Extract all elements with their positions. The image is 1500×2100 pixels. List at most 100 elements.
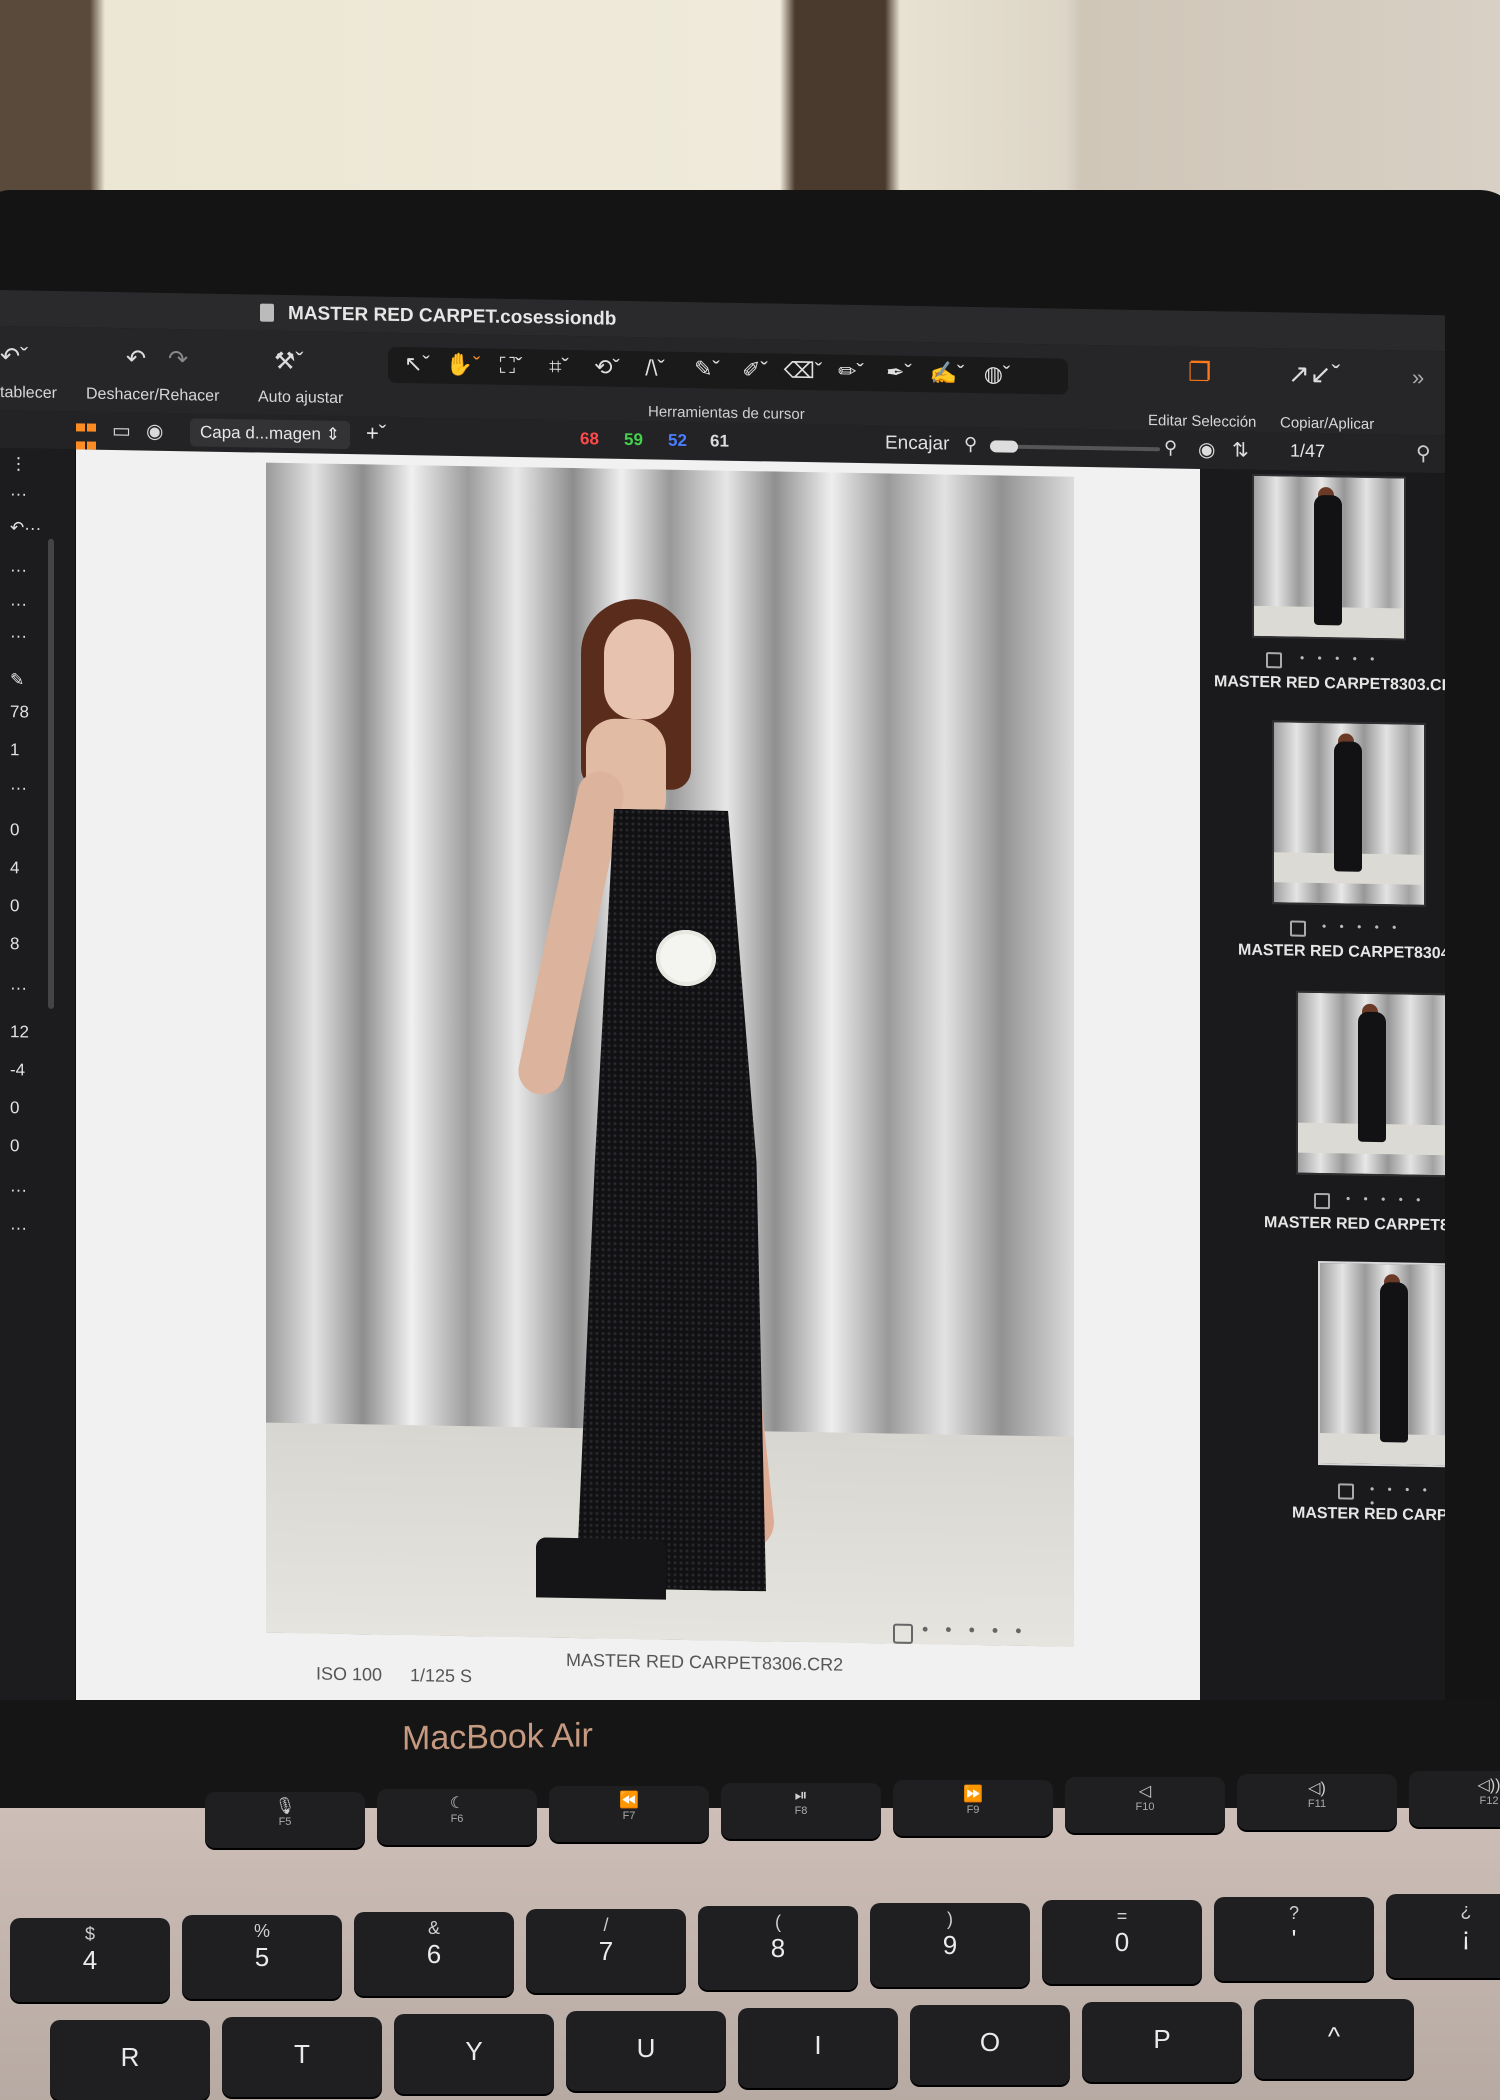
panel-more-icon[interactable]: ··· xyxy=(10,1218,27,1238)
panel-value: -4 xyxy=(10,1060,26,1080)
number-key[interactable]: & 6 xyxy=(354,1912,514,1996)
pen-icon[interactable]: ✍ˇ xyxy=(924,360,970,387)
image-viewer[interactable]: ISO 100 1/125 S MASTER RED CARPET8306.CR… xyxy=(76,449,1200,1721)
number-key[interactable]: /7 xyxy=(526,1909,686,1993)
sort-icon[interactable]: ⇅ xyxy=(1232,438,1249,463)
zoom-out-icon[interactable]: ⚲ xyxy=(964,434,977,455)
number-key[interactable]: % 5 xyxy=(182,1915,342,1999)
eraser-icon[interactable]: ⌫ˇ xyxy=(780,358,826,385)
star-rating[interactable]: • • • • • xyxy=(922,1619,1028,1642)
key-icon: ⏯ xyxy=(794,1787,808,1804)
function-key[interactable]: ⏩ F9 xyxy=(893,1780,1053,1836)
number-key[interactable]: = 0 xyxy=(1042,1900,1202,1984)
function-key[interactable]: ☾ F6 xyxy=(377,1789,537,1845)
eye-icon[interactable]: ◉ xyxy=(1198,437,1215,462)
thumb-rating[interactable]: • • • • • xyxy=(1322,919,1401,934)
proof-view-icon[interactable]: ◉ xyxy=(146,419,163,444)
panel-more-icon[interactable]: ··· xyxy=(10,978,27,998)
thumb-filename: MASTER RED CARPET8304.CR2 xyxy=(1238,941,1445,963)
number-key[interactable]: $4 xyxy=(10,1918,170,2002)
gradient-icon[interactable]: ✒ˇ xyxy=(876,359,922,386)
function-key[interactable]: ◁ F10 xyxy=(1065,1777,1225,1833)
thumb-checkbox[interactable] xyxy=(1266,652,1282,669)
letter-key[interactable]: R xyxy=(50,2020,210,2100)
auto-adjust-icon[interactable]: ⚒ˇ xyxy=(274,347,304,377)
panel-more-icon[interactable]: ··· xyxy=(10,778,27,798)
color-picker-icon[interactable]: ✐ˇ xyxy=(732,357,778,384)
panel-value: 4 xyxy=(10,858,20,878)
panel-more-icon[interactable]: ··· xyxy=(10,560,27,580)
panel-reset-icon[interactable]: ↶··· xyxy=(10,518,41,539)
letter-key[interactable]: U xyxy=(566,2011,726,2091)
search-icon[interactable]: ⚲ xyxy=(1416,441,1431,466)
letter-key[interactable]: I xyxy=(738,2008,898,2088)
keystone-icon[interactable]: /\ˇ xyxy=(632,355,678,382)
panel-value: 78 xyxy=(10,702,29,722)
add-layer-icon[interactable]: +ˇ xyxy=(366,420,386,446)
function-key[interactable]: ⏪ F7 xyxy=(549,1786,709,1842)
thumb-checkbox[interactable] xyxy=(1338,1483,1354,1500)
panel-more-icon[interactable]: ··· xyxy=(10,594,27,614)
brush-icon[interactable]: ✏ˇ xyxy=(828,358,874,385)
number-key[interactable]: ) 9 xyxy=(870,1903,1030,1987)
function-key[interactable]: ⏯ F8 xyxy=(721,1783,881,1839)
zoom-slider-knob[interactable] xyxy=(990,440,1018,453)
single-view-icon[interactable]: ▭ xyxy=(112,418,131,443)
thumb-checkbox[interactable] xyxy=(1314,1192,1330,1210)
thumbnail[interactable] xyxy=(1252,473,1406,641)
layer-select[interactable]: Capa d...magen ⇕ xyxy=(190,418,350,450)
thumbnail[interactable] xyxy=(1296,990,1445,1178)
undo-icon[interactable]: ↶ xyxy=(126,344,146,373)
letter-key[interactable]: ^ xyxy=(1254,1999,1414,2079)
key-label: F5 xyxy=(278,1816,292,1828)
key-icon: ◁) xyxy=(1308,1780,1326,1797)
select-cursor-icon[interactable]: ↖ˇ xyxy=(394,351,440,378)
key-label: F7 xyxy=(622,1810,636,1822)
more-chevron-icon[interactable]: » xyxy=(1412,365,1424,391)
thumbnail[interactable] xyxy=(1272,720,1426,907)
number-key[interactable]: ? ' xyxy=(1214,1897,1374,1981)
grid-view-icon[interactable] xyxy=(76,420,98,450)
image-filename: MASTER RED CARPET8306.CR2 xyxy=(566,1649,844,1675)
spot-remove-icon[interactable]: ✎ˇ xyxy=(684,356,730,383)
thumbnail-browser: • • • • • MASTER RED CARPET8303.CR2 • • … xyxy=(1200,468,1445,1726)
panel-more-icon[interactable]: ··· xyxy=(10,1180,27,1200)
key-letter: U xyxy=(636,2033,656,2063)
thumb-rating[interactable]: • • • • • xyxy=(1300,651,1379,666)
thumbnail-selected[interactable] xyxy=(1318,1261,1445,1468)
letter-key[interactable]: T xyxy=(222,2017,382,2097)
thumb-checkbox[interactable] xyxy=(1290,920,1306,937)
fit-zoom-label[interactable]: Encajar xyxy=(885,432,949,455)
thumb-filename: MASTER RED CARPET830 xyxy=(1292,1504,1445,1526)
reset-icon[interactable]: ↶ˇ xyxy=(0,342,28,371)
copy-apply-icon[interactable]: ↗↙ˇ xyxy=(1288,358,1340,390)
crop-frame-icon[interactable]: ⛶ˇ xyxy=(488,353,534,380)
letter-key[interactable]: O xyxy=(910,2005,1070,2085)
zoom-in-icon[interactable]: ⚲ xyxy=(1164,437,1177,458)
picker-icon[interactable]: ✎ xyxy=(10,670,24,690)
key-top-glyph: ) xyxy=(947,1909,953,1929)
edit-selection-icon[interactable]: ❐ xyxy=(1188,357,1211,388)
crop-icon[interactable]: ⌗ˇ xyxy=(536,353,582,380)
laptop-brand: MacBook Air xyxy=(402,1716,593,1758)
thumb-rating[interactable]: • • • • • xyxy=(1346,1191,1425,1206)
panel-menu-icon[interactable]: ⋮ xyxy=(10,454,27,474)
letter-key[interactable]: Y xyxy=(394,2014,554,2094)
layer-select-value: Capa d...magen xyxy=(200,422,321,444)
function-key[interactable]: 🎙 F5 xyxy=(205,1792,365,1848)
number-key[interactable]: ¿ ¡ xyxy=(1386,1894,1500,1978)
annotate-icon[interactable]: ◍ˇ xyxy=(974,361,1020,388)
key-icon: ⏩ xyxy=(963,1786,983,1803)
letter-key[interactable]: P xyxy=(1082,2002,1242,2082)
panel-scrollbar[interactable] xyxy=(48,538,54,1009)
number-key[interactable]: (8 xyxy=(698,1906,858,1990)
panel-more-icon[interactable]: ··· xyxy=(10,484,27,504)
select-checkbox[interactable] xyxy=(893,1623,913,1644)
function-key[interactable]: ◁)) F12 xyxy=(1409,1771,1500,1827)
panel-more-icon[interactable]: ··· xyxy=(10,626,27,646)
function-key[interactable]: ◁) F11 xyxy=(1237,1774,1397,1830)
hand-tool-icon[interactable]: ✋ˇ xyxy=(440,352,486,379)
redo-icon[interactable]: ↷ xyxy=(168,345,188,374)
main-photo[interactable] xyxy=(266,462,1074,1647)
rotate-icon[interactable]: ⟲ˇ xyxy=(584,354,630,381)
